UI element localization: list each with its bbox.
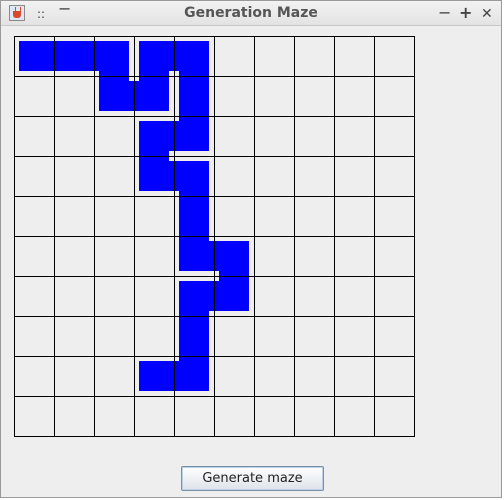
title-bar: :: − Generation Maze − + ✕ <box>1 0 501 26</box>
window-title: Generation Maze <box>184 5 318 21</box>
maze-canvas <box>14 36 415 437</box>
maze-grid <box>14 36 415 437</box>
maximize-icon[interactable]: + <box>459 3 472 23</box>
minimize-icon[interactable]: − <box>438 3 451 23</box>
close-icon[interactable]: ✕ <box>481 4 493 24</box>
generate-maze-button[interactable]: Generate maze <box>181 466 324 491</box>
app-window: :: − Generation Maze − + ✕ Generate maze <box>0 0 502 498</box>
